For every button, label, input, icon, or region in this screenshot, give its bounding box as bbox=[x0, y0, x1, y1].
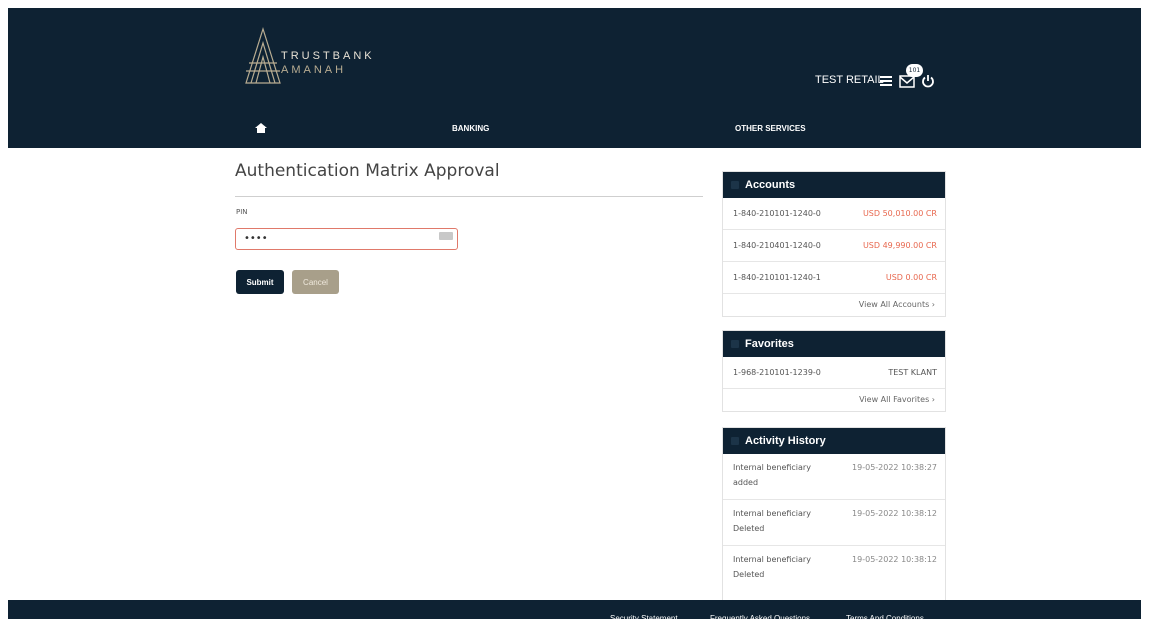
activity-row: Internal beneficiary added 19-05-2022 10… bbox=[723, 454, 945, 500]
activity-panel: Activity History Internal beneficiary ad… bbox=[722, 427, 946, 600]
account-balance: USD 49,990.00 CR bbox=[862, 241, 937, 250]
submit-button[interactable]: Submit bbox=[236, 270, 284, 294]
cancel-button[interactable]: Cancel bbox=[292, 270, 339, 294]
brand-name: TRUSTBANK bbox=[281, 50, 375, 62]
page-title: Authentication Matrix Approval bbox=[235, 161, 500, 181]
activity-row: Internal beneficiary Deleted 19-05-2022 … bbox=[723, 546, 945, 591]
activity-header: Activity History bbox=[723, 428, 945, 454]
activity-icon bbox=[731, 437, 739, 445]
accounts-title: Accounts bbox=[745, 179, 796, 191]
activity-title: Activity History bbox=[745, 435, 826, 447]
pin-input[interactable]: •••• bbox=[235, 228, 458, 250]
home-icon[interactable] bbox=[255, 123, 267, 133]
account-balance: USD 0.00 CR bbox=[885, 273, 937, 282]
account-row[interactable]: 1-840-210401-1240-0 USD 49,990.00 CR bbox=[723, 230, 945, 262]
favorite-account: 1-968-210101-1239-0 bbox=[733, 368, 821, 377]
activity-line1: Internal beneficiary bbox=[733, 509, 811, 518]
power-icon[interactable] bbox=[921, 74, 935, 88]
hamburger-menu-icon[interactable] bbox=[880, 76, 892, 86]
pin-label: PIN bbox=[236, 208, 248, 216]
keyboard-icon[interactable] bbox=[439, 232, 453, 240]
activity-line2: Deleted bbox=[733, 524, 765, 533]
activity-line2: added bbox=[733, 478, 759, 487]
accounts-header: Accounts bbox=[723, 172, 945, 198]
view-all-accounts-link[interactable]: View All Accounts › bbox=[859, 300, 935, 309]
nav-other-services[interactable]: OTHER SERVICES bbox=[735, 124, 806, 133]
account-number: 1-840-210401-1240-0 bbox=[733, 241, 821, 250]
footer-bar bbox=[8, 600, 1141, 619]
account-row[interactable]: 1-840-210101-1240-1 USD 0.00 CR bbox=[723, 262, 945, 294]
activity-line1: Internal beneficiary bbox=[733, 463, 811, 472]
view-all-favorites: View All Favorites › bbox=[723, 389, 945, 411]
header-bar bbox=[8, 8, 1141, 148]
activity-time: 19-05-2022 10:38:12 bbox=[852, 509, 937, 518]
title-divider bbox=[235, 196, 703, 197]
activity-line1: Internal beneficiary bbox=[733, 555, 811, 564]
favorites-header: Favorites bbox=[723, 331, 945, 357]
account-row[interactable]: 1-840-210101-1240-0 USD 50,010.00 CR bbox=[723, 198, 945, 230]
view-all-accounts: View All Accounts › bbox=[723, 294, 945, 316]
favorites-panel: Favorites 1-968-210101-1239-0 TEST KLANT… bbox=[722, 330, 946, 412]
favorites-icon bbox=[731, 340, 739, 348]
account-balance: USD 50,010.00 CR bbox=[862, 209, 937, 218]
view-all-favorites-link[interactable]: View All Favorites › bbox=[859, 395, 935, 404]
accounts-panel: Accounts 1-840-210101-1240-0 USD 50,010.… bbox=[722, 171, 946, 317]
brand-subname: AMANAH bbox=[281, 64, 347, 76]
favorite-name: TEST KLANT bbox=[888, 368, 937, 377]
favorites-title: Favorites bbox=[745, 338, 794, 350]
account-number: 1-840-210101-1240-1 bbox=[733, 273, 821, 282]
accounts-icon bbox=[731, 181, 739, 189]
account-number: 1-840-210101-1240-0 bbox=[733, 209, 821, 218]
activity-time: 19-05-2022 10:38:27 bbox=[852, 463, 937, 472]
activity-line2: Deleted bbox=[733, 570, 765, 579]
activity-row: Internal beneficiary Deleted 19-05-2022 … bbox=[723, 500, 945, 546]
nav-banking[interactable]: BANKING bbox=[452, 124, 489, 133]
user-name[interactable]: TEST RETAIL bbox=[815, 74, 884, 86]
favorite-row[interactable]: 1-968-210101-1239-0 TEST KLANT bbox=[723, 357, 945, 389]
activity-time: 19-05-2022 10:38:12 bbox=[852, 555, 937, 564]
